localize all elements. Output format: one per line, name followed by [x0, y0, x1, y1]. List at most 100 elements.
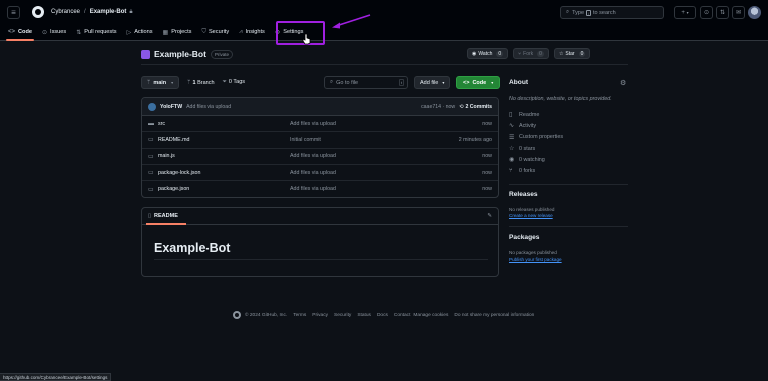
repo-header: Example-Bot Private [141, 48, 233, 60]
file-icon: ▭ [148, 137, 154, 144]
projects-icon: ▦ [162, 29, 169, 36]
table-row[interactable]: ▭ package.json Add files via upload now [142, 181, 498, 197]
file-name[interactable]: src [158, 121, 290, 127]
table-row[interactable]: ▭ package-lock.json Add files via upload… [142, 165, 498, 182]
footer-link-terms[interactable]: Terms [293, 313, 306, 318]
repo-name[interactable]: Example-Bot [154, 49, 206, 59]
create-new-button[interactable]: + ▾ [674, 6, 696, 19]
file-name[interactable]: main.js [158, 153, 290, 159]
github-logo-icon[interactable] [233, 311, 241, 319]
gear-icon[interactable]: ⚙ [620, 79, 626, 87]
file-commit-message[interactable]: Initial commit [290, 137, 459, 143]
avatar[interactable] [748, 6, 761, 19]
about-list: ▯ Readme ∿ Activity ☰ Custom properties ☆ 0 … [509, 109, 563, 177]
file-name[interactable]: package.json [158, 186, 290, 192]
branch-selector[interactable]: ᛘ main ▾ [141, 76, 180, 89]
pull-requests-button[interactable]: ⇅ [716, 6, 729, 19]
tab-security[interactable]: ⛉ Security [201, 24, 229, 41]
file-name[interactable]: README.md [158, 137, 290, 143]
search-shortcut-key: / [586, 9, 592, 16]
commit-hash-time[interactable]: caae714 · now [421, 104, 455, 110]
footer-link-do-not-share[interactable]: Do not share my personal information [454, 313, 534, 318]
footer-link-privacy[interactable]: Privacy [312, 313, 328, 318]
branches-count: 1 [192, 79, 196, 86]
tab-label: Insights [245, 29, 265, 35]
table-row[interactable]: ▭ main.js Add files via upload now [142, 149, 498, 165]
pencil-icon[interactable]: ✎ [487, 213, 492, 219]
sidebar-item-forks[interactable]: ⑂ 0 forks [509, 165, 563, 176]
file-commit-message[interactable]: Add files via upload [290, 170, 482, 176]
footer: © 2024 GitHub, Inc. Terms Privacy Securi… [233, 311, 534, 319]
commit-author[interactable]: YoloFTW [160, 104, 182, 110]
sidebar-item-custom-properties[interactable]: ☰ Custom properties [509, 132, 563, 143]
footer-link-security[interactable]: Security [334, 313, 351, 318]
file-time: now [482, 169, 492, 176]
commits-link[interactable]: ⟲ 2 Commits [459, 104, 492, 110]
about-heading: About [509, 79, 529, 86]
readme-tab-label: README [154, 213, 178, 219]
watch-button[interactable]: ◉ Watch 0 [467, 48, 509, 59]
tab-insights[interactable]: ⩘ Insights [239, 24, 265, 41]
tags-label: Tags [233, 79, 246, 85]
table-row[interactable]: ▭ README.md Initial commit 2 minutes ago [142, 132, 498, 149]
sidebar-item-watching[interactable]: ◉ 0 watching [509, 154, 563, 165]
branches-link[interactable]: ᛘ1 Branch [187, 80, 214, 86]
lock-icon: 🔒︎ [129, 8, 133, 15]
breadcrumb-repo[interactable]: Example-Bot [90, 9, 127, 15]
tab-issues[interactable]: ⊙ Issues [42, 24, 66, 41]
packages-text: No packages published [509, 250, 557, 255]
settings-highlight-box [276, 21, 325, 45]
releases-text: No releases published [509, 207, 555, 212]
table-row[interactable]: ▬ src Add files via upload now [142, 116, 498, 133]
branch-name: main [153, 79, 167, 86]
sidebar-item-readme[interactable]: ▯ Readme [509, 109, 563, 120]
chevron-down-icon: ▾ [442, 80, 445, 85]
tab-actions[interactable]: ▷ Actions [127, 24, 153, 41]
tab-pull-requests[interactable]: ⇅ Pull requests [76, 24, 116, 41]
sidebar-item-stars[interactable]: ☆ 0 stars [509, 143, 563, 154]
sidebar-item-activity[interactable]: ∿ Activity [509, 120, 563, 131]
breadcrumb-owner[interactable]: Cybrancee [51, 9, 80, 15]
readme-tab[interactable]: ▯ README ✎ [142, 208, 498, 225]
footer-link-contact[interactable]: Contact [394, 313, 411, 318]
annotation-arrow-icon [332, 14, 371, 29]
file-commit-message[interactable]: Add files via upload [290, 153, 482, 159]
add-file-button[interactable]: Add file ▾ [414, 76, 451, 89]
branch-icon: ᛘ [187, 79, 191, 86]
releases-heading[interactable]: Releases [509, 191, 538, 198]
file-commit-message[interactable]: Add files via upload [290, 186, 482, 192]
go-to-file-input[interactable]: ⌕ Go to file t [324, 76, 408, 89]
shield-icon: ⛉ [201, 28, 206, 35]
inbox-button[interactable]: ✉ [732, 6, 745, 19]
create-release-link[interactable]: Create a new release [509, 213, 553, 218]
tab-label: Code [18, 29, 32, 35]
star-button[interactable]: ☆ Star 0 [553, 48, 591, 59]
fork-button[interactable]: ⑂ Fork 0 [513, 48, 549, 59]
menu-icon[interactable]: ≡ [7, 5, 20, 19]
file-icon: ▭ [148, 186, 154, 193]
avatar[interactable] [148, 102, 156, 111]
footer-link-status[interactable]: Status [357, 313, 371, 318]
sidebar-item-label: 0 forks [519, 168, 536, 175]
pull-request-icon: ⇅ [76, 29, 82, 36]
search-icon: ⌕ [566, 9, 570, 15]
commit-message[interactable]: Add files via upload [186, 104, 231, 110]
search-placeholder-after: to search [593, 9, 616, 16]
branch-bar: ᛘ main ▾ ᛘ1 Branch ⏷ 0 Tags ⌕ Go to file t Ad… [141, 76, 501, 89]
tags-link[interactable]: ⏷ 0 Tags [223, 79, 246, 86]
footer-link-manage-cookies[interactable]: Manage cookies [413, 313, 448, 318]
packages-heading[interactable]: Packages [509, 234, 539, 241]
go-to-file-placeholder: Go to file [336, 79, 359, 86]
repo-nav: <> Code ⊙ Issues ⇅ Pull requests ▷ Actions ▦… [0, 24, 768, 41]
tab-projects[interactable]: ▦ Projects [163, 24, 192, 41]
search-input[interactable]: ⌕ Type / to search [560, 6, 664, 19]
issues-button[interactable]: ⊙ [700, 6, 713, 19]
github-logo-icon[interactable] [32, 6, 44, 18]
repo-actions: ◉ Watch 0 ⑂ Fork 0 ☆ Star 0 [462, 48, 591, 59]
tab-code[interactable]: <> Code [6, 24, 34, 41]
file-name[interactable]: package-lock.json [158, 170, 290, 176]
file-commit-message[interactable]: Add files via upload [290, 121, 482, 127]
publish-package-link[interactable]: Publish your first package [509, 257, 562, 262]
footer-link-docs[interactable]: Docs [377, 313, 388, 318]
code-button[interactable]: <> Code ▾ [456, 76, 501, 89]
